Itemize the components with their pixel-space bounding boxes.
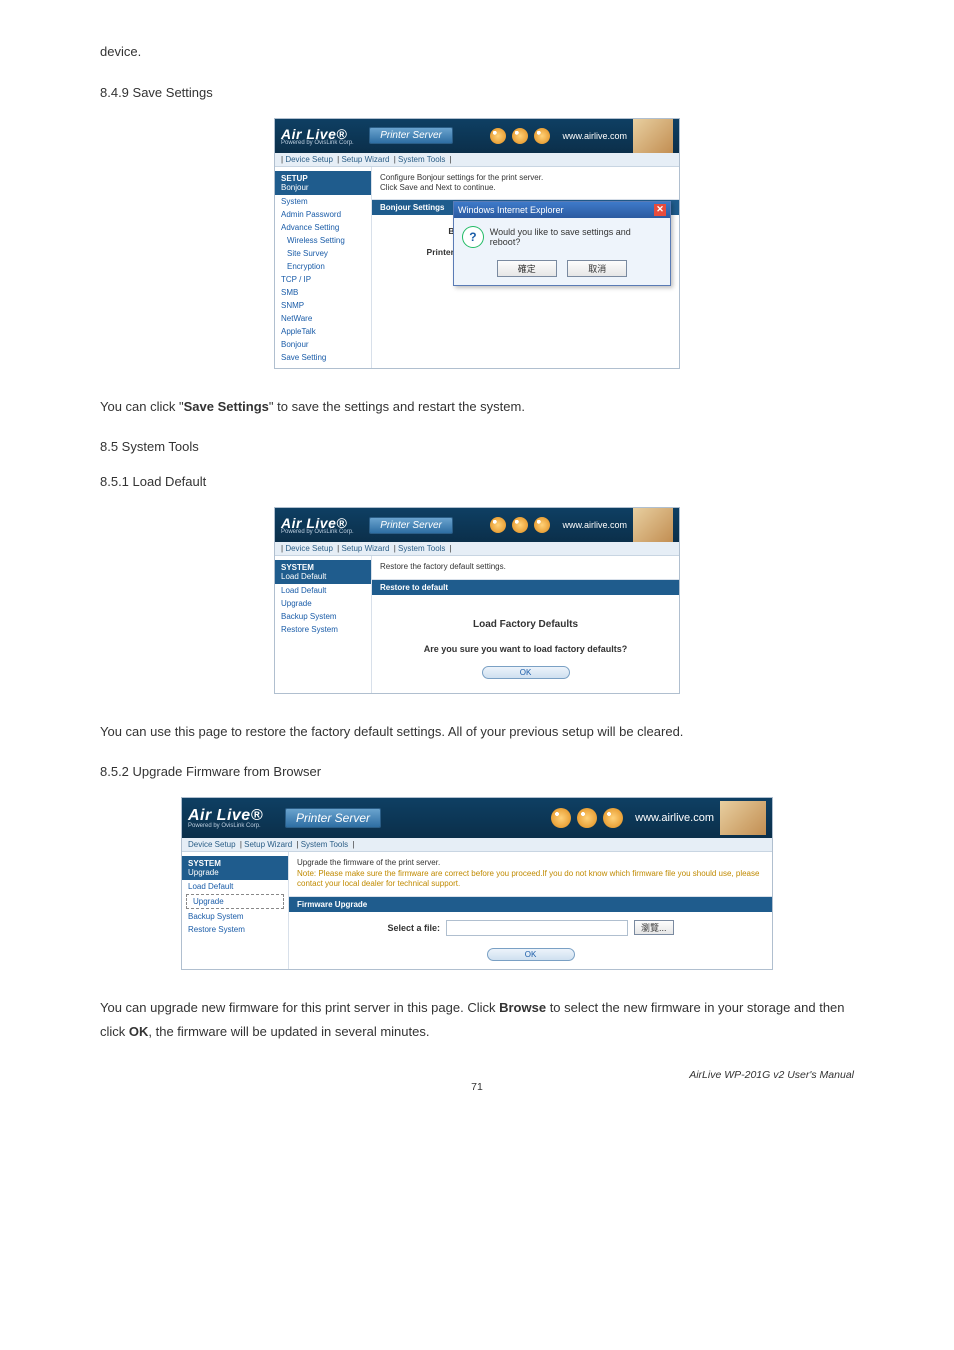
tab-device-setup[interactable]: Device Setup bbox=[285, 544, 333, 553]
sidebar-item-restore-system[interactable]: Restore System bbox=[182, 923, 288, 936]
globe-icon bbox=[551, 808, 571, 828]
brand-url[interactable]: www.airlive.com bbox=[562, 131, 627, 141]
dialog-title: Windows Internet Explorer bbox=[458, 205, 564, 215]
dialog-message: Would you like to save settings and rebo… bbox=[490, 227, 662, 247]
sidebar-item-restore-system[interactable]: Restore System bbox=[275, 623, 371, 636]
globe-icon bbox=[603, 808, 623, 828]
question-icon: ? bbox=[462, 226, 484, 248]
load-defaults-heading: Load Factory Defaults bbox=[382, 619, 669, 630]
header-title: Printer Server bbox=[369, 517, 453, 534]
globe-icon bbox=[512, 128, 528, 144]
sidebar-item-advance-setting[interactable]: Advance Setting bbox=[275, 221, 371, 234]
sidebar-item-snmp[interactable]: SNMP bbox=[275, 299, 371, 312]
ok-button[interactable]: OK bbox=[482, 666, 570, 679]
brand-subline: Powered by OvisLink Corp. bbox=[281, 529, 361, 535]
sidebar-item-upgrade[interactable]: Upgrade bbox=[275, 597, 371, 610]
panel-description: Upgrade the firmware of the print server… bbox=[289, 852, 772, 896]
dialog-ok-button[interactable]: 確定 bbox=[497, 260, 557, 277]
header-title: Printer Server bbox=[285, 808, 381, 828]
section-bar: Firmware Upgrade bbox=[289, 897, 772, 912]
sidebar-item-encryption[interactable]: Encryption bbox=[275, 260, 371, 273]
tab-setup-wizard[interactable]: Setup Wizard bbox=[341, 544, 389, 553]
paragraph-upgrade-firmware: You can upgrade new firmware for this pr… bbox=[100, 996, 854, 1045]
paragraph-save-settings: You can click "Save Settings" to save th… bbox=[100, 395, 854, 420]
sidebar-item-load-default[interactable]: Load Default bbox=[275, 584, 371, 597]
section-bar: Restore to default bbox=[372, 580, 679, 595]
sidebar-item-admin-password[interactable]: Admin Password bbox=[275, 208, 371, 221]
heading-85: 8.5 System Tools bbox=[100, 439, 854, 454]
brand-subline: Powered by OvisLink Corp. bbox=[281, 140, 361, 146]
brand-subline: Powered by OvisLink Corp. bbox=[188, 823, 277, 829]
dialog-cancel-button[interactable]: 取消 bbox=[567, 260, 627, 277]
header-graphic bbox=[633, 508, 673, 542]
panel-header: Air Live® Powered by OvisLink Corp. Prin… bbox=[182, 798, 772, 838]
close-icon[interactable]: ✕ bbox=[654, 204, 666, 216]
tab-device-setup[interactable]: Device Setup bbox=[285, 155, 333, 164]
globe-icon bbox=[534, 517, 550, 533]
panel-header: Air Live® Powered by OvisLink Corp. Prin… bbox=[275, 119, 679, 153]
globe-icon bbox=[490, 128, 506, 144]
panel-header: Air Live® Powered by OvisLink Corp. Prin… bbox=[275, 508, 679, 542]
sidebar-item-upgrade[interactable]: Upgrade bbox=[186, 894, 284, 909]
sidebar-section-system: SYSTEM Upgrade bbox=[182, 856, 288, 880]
page-number: 71 bbox=[100, 1081, 854, 1093]
globe-icon bbox=[534, 128, 550, 144]
sidebar-section-system: SYSTEM Load Default bbox=[275, 560, 371, 584]
sidebar-item-bonjour[interactable]: Bonjour bbox=[275, 338, 371, 351]
header-graphic bbox=[633, 119, 673, 153]
sidebar: SETUP Bonjour System Admin Password Adva… bbox=[275, 167, 372, 368]
tab-bar: Device Setup | Setup Wizard | System Too… bbox=[182, 838, 772, 852]
brand-url[interactable]: www.airlive.com bbox=[562, 520, 627, 530]
sidebar: SYSTEM Load Default Load Default Upgrade… bbox=[275, 556, 372, 692]
tab-system-tools[interactable]: System Tools bbox=[398, 155, 445, 164]
screenshot-save-settings: Air Live® Powered by OvisLink Corp. Prin… bbox=[100, 118, 854, 369]
sidebar-item-load-default[interactable]: Load Default bbox=[182, 880, 288, 893]
header-title: Printer Server bbox=[369, 127, 453, 144]
header-graphic bbox=[720, 801, 766, 835]
browse-button[interactable]: 瀏覽... bbox=[634, 920, 674, 935]
footer-manual-title: AirLive WP-201G v2 User's Manual bbox=[689, 1069, 854, 1081]
tab-bar: | Device Setup | Setup Wizard | System T… bbox=[275, 542, 679, 556]
confirm-dialog: Windows Internet Explorer ✕ ? Would you … bbox=[453, 201, 671, 286]
input-file-path[interactable] bbox=[446, 920, 628, 936]
sidebar-item-tcp-ip[interactable]: TCP / IP bbox=[275, 273, 371, 286]
sidebar-item-smb[interactable]: SMB bbox=[275, 286, 371, 299]
panel-description: Restore the factory default settings. bbox=[372, 556, 679, 579]
tab-system-tools[interactable]: System Tools bbox=[301, 840, 348, 849]
tab-bar: | Device Setup | Setup Wizard | System T… bbox=[275, 153, 679, 167]
sidebar-item-appletalk[interactable]: AppleTalk bbox=[275, 325, 371, 338]
paragraph-load-default: You can use this page to restore the fac… bbox=[100, 720, 854, 745]
globe-icon bbox=[512, 517, 528, 533]
tab-device-setup[interactable]: Device Setup bbox=[188, 840, 236, 849]
sidebar: SYSTEM Upgrade Load Default Upgrade Back… bbox=[182, 852, 289, 968]
ok-button[interactable]: OK bbox=[487, 948, 575, 961]
screenshot-upgrade-firmware: Air Live® Powered by OvisLink Corp. Prin… bbox=[100, 797, 854, 969]
panel-description: Configure Bonjour settings for the print… bbox=[372, 167, 679, 201]
heading-849: 8.4.9 Save Settings bbox=[100, 85, 854, 100]
page-footer: AirLive WP-201G v2 User's Manual bbox=[100, 1069, 854, 1081]
sidebar-item-backup-system[interactable]: Backup System bbox=[182, 910, 288, 923]
tab-setup-wizard[interactable]: Setup Wizard bbox=[341, 155, 389, 164]
sidebar-item-save-setting[interactable]: Save Setting bbox=[275, 351, 371, 364]
heading-852: 8.5.2 Upgrade Firmware from Browser bbox=[100, 764, 854, 779]
sidebar-item-netware[interactable]: NetWare bbox=[275, 312, 371, 325]
sidebar-item-backup-system[interactable]: Backup System bbox=[275, 610, 371, 623]
paragraph-device: device. bbox=[100, 40, 854, 65]
brand-url[interactable]: www.airlive.com bbox=[635, 812, 714, 824]
tab-system-tools[interactable]: System Tools bbox=[398, 544, 445, 553]
sidebar-section-setup: SETUP Bonjour bbox=[275, 171, 371, 195]
sidebar-item-system[interactable]: System bbox=[275, 195, 371, 208]
globe-icon bbox=[490, 517, 506, 533]
brand-logo: Air Live® bbox=[188, 807, 263, 824]
sidebar-item-site-survey[interactable]: Site Survey bbox=[275, 247, 371, 260]
tab-setup-wizard[interactable]: Setup Wizard bbox=[244, 840, 292, 849]
heading-851: 8.5.1 Load Default bbox=[100, 474, 854, 489]
load-defaults-confirm: Are you sure you want to load factory de… bbox=[382, 644, 669, 654]
sidebar-item-wireless-setting[interactable]: Wireless Setting bbox=[275, 234, 371, 247]
label-select-file: Select a file: bbox=[387, 923, 440, 933]
screenshot-load-default: Air Live® Powered by OvisLink Corp. Prin… bbox=[100, 507, 854, 693]
globe-icon bbox=[577, 808, 597, 828]
